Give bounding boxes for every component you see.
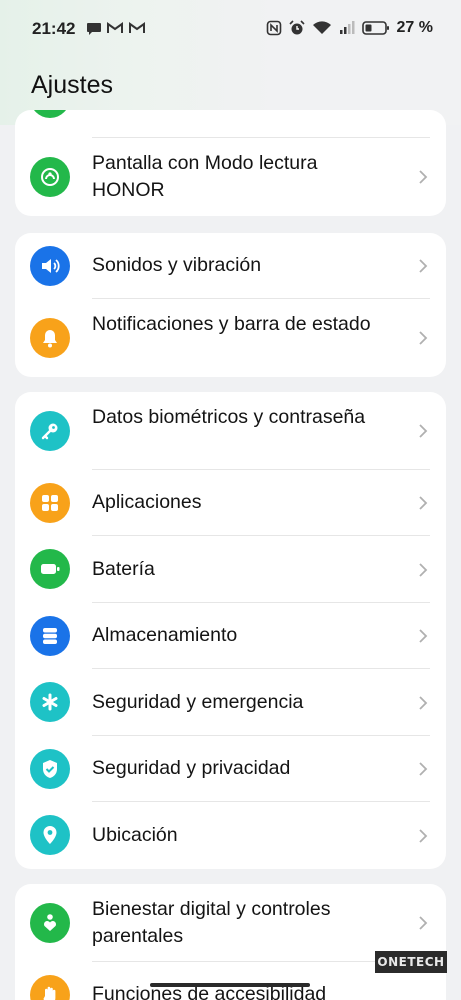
list-item-partial[interactable]	[15, 110, 446, 138]
partial-item-icon	[30, 110, 70, 118]
settings-item-battery[interactable]: Batería	[15, 536, 446, 603]
apps-icon	[30, 483, 70, 523]
settings-item-label: Pantalla con Modo lectura HONOR	[92, 152, 318, 201]
alarm-icon	[288, 20, 305, 35]
settings-item-label: Almacenamiento	[92, 624, 238, 646]
settings-item-label: Seguridad y emergencia	[92, 691, 304, 713]
display-icon	[30, 157, 70, 197]
shield-icon	[30, 749, 70, 789]
chevron-right-icon	[419, 331, 428, 345]
settings-item-display[interactable]: Pantalla con Modo lectura HONOR	[15, 138, 446, 216]
chevron-right-icon	[419, 696, 428, 710]
settings-group-display: Pantalla con Modo lectura HONOR	[15, 110, 446, 216]
chat-notification-icon	[87, 23, 101, 35]
settings-item-label: Seguridad y privacidad	[92, 757, 291, 779]
chevron-right-icon	[419, 563, 428, 577]
chevron-right-icon	[419, 496, 428, 510]
settings-item-label: Batería	[92, 558, 155, 580]
settings-item-biometrics[interactable]: Datos biométricos y contraseña	[15, 392, 446, 470]
settings-item-label: Notificaciones y barra de estado	[92, 313, 371, 335]
wellbeing-icon	[30, 903, 70, 943]
settings-item-label: Ubicación	[92, 824, 178, 846]
gesture-home-bar[interactable]	[150, 983, 310, 987]
settings-item-privacy[interactable]: Seguridad y privacidad	[15, 736, 446, 802]
page-title: Ajustes	[31, 71, 113, 99]
settings-item-label: Sonidos y vibración	[92, 254, 262, 276]
nfc-icon	[266, 20, 281, 36]
hand-icon	[30, 975, 70, 1000]
status-time: 21:42	[32, 19, 76, 38]
battery-status-icon	[361, 21, 389, 35]
wifi-icon	[312, 21, 331, 34]
chevron-right-icon	[419, 170, 428, 184]
key-icon	[30, 411, 70, 451]
settings-item-storage[interactable]: Almacenamiento	[15, 603, 446, 669]
settings-item-sound[interactable]: Sonidos y vibración	[15, 233, 446, 299]
signal-icon	[339, 21, 355, 34]
gmail-notification-icon	[107, 22, 123, 33]
battery-percentage: 27 %	[396, 19, 433, 36]
settings-group-system: Datos biométricos y contraseña Aplicacio…	[15, 392, 446, 869]
settings-item-apps[interactable]: Aplicaciones	[15, 470, 446, 536]
settings-item-label: Datos biométricos y contraseña	[92, 406, 366, 428]
chevron-right-icon	[419, 916, 428, 930]
chevron-right-icon	[419, 762, 428, 776]
settings-item-notifications[interactable]: Notificaciones y barra de estado	[15, 299, 446, 377]
asterisk-icon	[30, 682, 70, 722]
status-bar: 21:42 27 %	[0, 0, 461, 60]
settings-group-sound: Sonidos y vibración Notificaciones y bar…	[15, 233, 446, 377]
location-icon	[30, 815, 70, 855]
storage-icon	[30, 616, 70, 656]
chevron-right-icon	[419, 829, 428, 843]
settings-item-label: Aplicaciones	[92, 491, 202, 513]
settings-item-location[interactable]: Ubicación	[15, 802, 446, 869]
chevron-right-icon	[419, 259, 428, 273]
chevron-right-icon	[419, 629, 428, 643]
settings-item-emergency[interactable]: Seguridad y emergencia	[15, 669, 446, 736]
gmail-notification-icon	[129, 22, 145, 33]
chevron-right-icon	[419, 424, 428, 438]
watermark: ONETECH	[375, 951, 447, 973]
bell-icon	[30, 318, 70, 358]
battery-icon	[30, 549, 70, 589]
settings-item-label: Bienestar digital y controles parentales	[92, 898, 331, 947]
speaker-icon	[30, 246, 70, 286]
